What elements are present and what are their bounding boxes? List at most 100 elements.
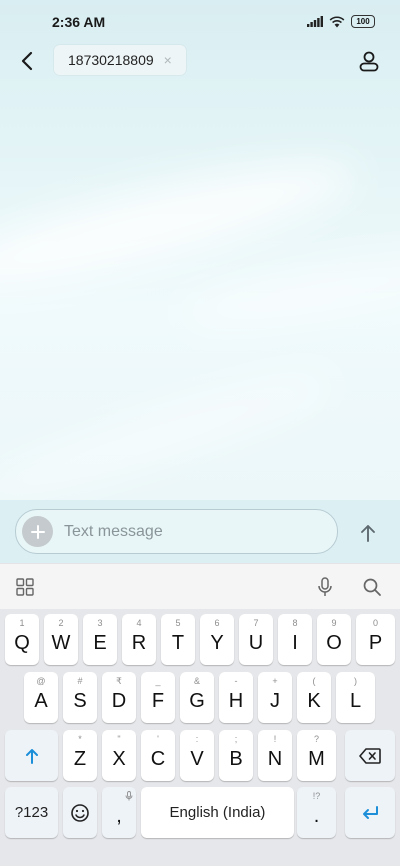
- key-o[interactable]: 9O: [317, 614, 351, 665]
- emoji-icon: [71, 803, 89, 822]
- back-button[interactable]: [14, 48, 40, 74]
- key-hint-label: !: [273, 734, 277, 744]
- key-q[interactable]: 1Q: [5, 614, 39, 665]
- shift-key[interactable]: [5, 730, 58, 781]
- keyboard-toolbar: [0, 563, 400, 610]
- key-x[interactable]: " X: [102, 730, 136, 781]
- key-w[interactable]: 2W: [44, 614, 78, 665]
- key-i[interactable]: 8I: [278, 614, 312, 665]
- key-hint-label: :: [195, 734, 199, 744]
- key-hint-label: ": [117, 734, 121, 744]
- key-label: V: [190, 748, 204, 770]
- shift-icon: [25, 748, 38, 764]
- key-hint-label: ₹: [116, 676, 122, 686]
- key-hint-label: 2: [58, 618, 64, 628]
- keyboard: 1Q 2W 3E 4R 5T 6Y 7U 8I 9O 0P @ A # S ₹ D _…: [0, 609, 400, 866]
- messaging-screen: 2:36 AM 100 18730218809 × Text message 1…: [0, 0, 400, 866]
- key-d[interactable]: ₹ D: [102, 672, 136, 723]
- key-z[interactable]: * Z: [63, 730, 97, 781]
- search-icon[interactable]: [361, 576, 383, 598]
- key-hint-label: 0: [372, 618, 378, 628]
- key-h[interactable]: -H: [219, 672, 253, 723]
- key-p[interactable]: 0P: [356, 614, 395, 665]
- key-b[interactable]: ; B: [219, 730, 253, 781]
- key-c[interactable]: ' C: [141, 730, 175, 781]
- key-e[interactable]: 3E: [83, 614, 117, 665]
- key-a[interactable]: @ A: [24, 672, 58, 723]
- key-n[interactable]: ! N: [258, 730, 292, 781]
- key-hint-label: 3: [97, 618, 103, 628]
- key-label: S: [73, 690, 87, 712]
- key-label: U: [248, 632, 264, 654]
- space-key[interactable]: English (India): [141, 787, 294, 838]
- enter-key[interactable]: [345, 787, 395, 838]
- key-label: Z: [73, 748, 87, 770]
- status-bar: 2:36 AM 100: [0, 0, 400, 44]
- symbols-key[interactable]: ?123: [5, 787, 58, 838]
- key-label: R: [131, 632, 147, 654]
- status-icons: 100: [307, 15, 375, 28]
- enter-icon: [363, 805, 378, 819]
- key-s[interactable]: # S: [63, 672, 97, 723]
- key-hint-label: +: [272, 676, 278, 686]
- key-label: N: [267, 748, 283, 770]
- key-hint-label: _: [155, 676, 161, 686]
- key-label: M: [308, 748, 325, 770]
- send-button[interactable]: [356, 521, 380, 545]
- backspace-key[interactable]: [345, 730, 395, 781]
- comma-key[interactable]: ,: [102, 787, 136, 838]
- emoji-key[interactable]: [63, 787, 97, 838]
- key-g[interactable]: & G: [180, 672, 214, 723]
- key-hint-label: ': [157, 734, 159, 744]
- backspace-icon: [359, 747, 381, 764]
- key-y[interactable]: 6Y: [200, 614, 234, 665]
- microphone-icon[interactable]: [314, 576, 336, 598]
- key-hint-label: 7: [253, 618, 259, 628]
- key-f[interactable]: _ F: [141, 672, 175, 723]
- chat-background: [0, 0, 400, 563]
- key-label: B: [229, 748, 243, 770]
- message-placeholder: Text message: [64, 523, 163, 540]
- signal-icon: [307, 16, 323, 27]
- key-label: D: [111, 690, 127, 712]
- key-label: L: [349, 690, 362, 712]
- add-attachment-button[interactable]: [22, 516, 53, 547]
- person-icon: [359, 51, 379, 72]
- key-label: A: [34, 690, 48, 712]
- key-hint-label: 6: [214, 618, 220, 628]
- period-key[interactable]: !? .: [297, 787, 336, 838]
- remove-recipient-icon[interactable]: ×: [164, 52, 172, 68]
- message-input[interactable]: Text message: [15, 509, 338, 554]
- key-label: E: [93, 632, 107, 654]
- contact-button[interactable]: [356, 48, 382, 74]
- compose-bar: Text message: [0, 500, 400, 563]
- key-label: F: [151, 690, 165, 712]
- key-hint-label: &: [193, 676, 200, 686]
- recipient-number: 18730218809: [68, 52, 154, 68]
- key-hint-label: 9: [331, 618, 337, 628]
- key-label: H: [228, 690, 244, 712]
- key-label: W: [51, 632, 71, 654]
- key-hint-label: -: [234, 676, 238, 686]
- key-hint-label: 4: [136, 618, 142, 628]
- status-time: 2:36 AM: [52, 14, 106, 30]
- key-v[interactable]: :V: [180, 730, 214, 781]
- key-label: I: [292, 632, 298, 654]
- recipient-chip[interactable]: 18730218809 ×: [54, 45, 186, 75]
- key-u[interactable]: 7U: [239, 614, 273, 665]
- key-hint-label: ): [354, 676, 357, 686]
- key-m[interactable]: ? M: [297, 730, 336, 781]
- key-label: K: [307, 690, 321, 712]
- key-j[interactable]: + J: [258, 672, 292, 723]
- key-label: .: [313, 805, 320, 827]
- plus-icon: [30, 524, 45, 539]
- key-r[interactable]: 4R: [122, 614, 156, 665]
- key-l[interactable]: ) L: [336, 672, 375, 723]
- key-label: O: [326, 632, 342, 654]
- key-label: ,: [116, 805, 122, 827]
- key-label: ?123: [14, 804, 49, 821]
- apps-grid-icon[interactable]: [14, 576, 36, 598]
- key-hint-label: @: [36, 676, 46, 686]
- key-k[interactable]: (K: [297, 672, 331, 723]
- key-t[interactable]: 5T: [161, 614, 195, 665]
